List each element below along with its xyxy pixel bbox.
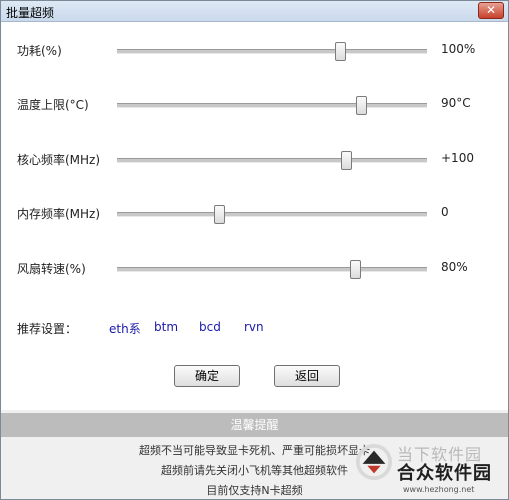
core-clock-slider[interactable]	[117, 151, 427, 170]
recommend-label: 推荐设置：	[17, 322, 78, 336]
slider-row-power: 功耗(%) 100%	[1, 38, 508, 62]
temp-limit-slider[interactable]	[117, 96, 427, 115]
core-clock-slider-thumb[interactable]	[340, 151, 352, 170]
core-clock-label: 核心频率(MHz)	[17, 153, 101, 167]
fan-speed-slider-thumb[interactable]	[350, 260, 362, 279]
recommended-settings: 推荐设置： eth系 btm bcd rvn	[1, 316, 508, 340]
preset-bcd-link[interactable]: bcd	[199, 320, 221, 334]
preset-rvn-link[interactable]: rvn	[244, 320, 264, 334]
slider-row-core-clock: 核心频率(MHz) +100	[1, 147, 508, 171]
close-button[interactable]: ✕	[478, 2, 504, 19]
title-bar: 批量超频 ✕	[1, 1, 508, 22]
slider-row-temp-limit: 温度上限(°C) 90°C	[1, 92, 508, 116]
slider-row-memory-clock: 内存频率(MHz) 0	[1, 201, 508, 225]
temp-limit-slider-thumb[interactable]	[356, 96, 368, 115]
watermark-text-2: 合众软件园	[397, 463, 492, 484]
core-clock-value: +100	[441, 151, 474, 165]
power-value: 100%	[441, 42, 476, 56]
power-slider[interactable]	[117, 42, 427, 61]
memory-clock-slider-thumb[interactable]	[213, 205, 225, 224]
close-icon: ✕	[485, 3, 497, 17]
tips-header: 温馨提醒	[1, 413, 508, 437]
watermark-url: www.hezhong.net	[403, 485, 475, 494]
power-label: 功耗(%)	[17, 44, 62, 58]
ok-button[interactable]: 确定	[174, 365, 240, 387]
memory-clock-slider[interactable]	[117, 205, 427, 224]
preset-btm-link[interactable]: btm	[154, 320, 178, 334]
batch-overclock-window: 批量超频 ✕ 功耗(%) 100% 温度上限(°C) 90°C 核心频率(MHz…	[0, 0, 509, 500]
preset-eth-link[interactable]: eth系	[109, 320, 141, 337]
watermark-logo-icon	[355, 443, 393, 481]
slider-row-fan-speed: 风扇转速(%) 80%	[1, 256, 508, 280]
window-title: 批量超频	[6, 6, 55, 20]
temp-limit-label: 温度上限(°C)	[17, 98, 89, 112]
fan-speed-label: 风扇转速(%)	[17, 262, 86, 276]
temp-limit-value: 90°C	[441, 96, 471, 110]
settings-panel: 功耗(%) 100% 温度上限(°C) 90°C 核心频率(MHz) +100 …	[1, 22, 508, 410]
back-button[interactable]: 返回	[274, 365, 340, 387]
fan-speed-slider[interactable]	[117, 260, 427, 279]
fan-speed-value: 80%	[441, 260, 468, 274]
memory-clock-label: 内存频率(MHz)	[17, 207, 101, 221]
power-slider-thumb[interactable]	[334, 42, 346, 61]
memory-clock-value: 0	[441, 205, 449, 219]
site-watermark: 当下软件园 合众软件园 www.hezhong.net	[351, 439, 508, 499]
